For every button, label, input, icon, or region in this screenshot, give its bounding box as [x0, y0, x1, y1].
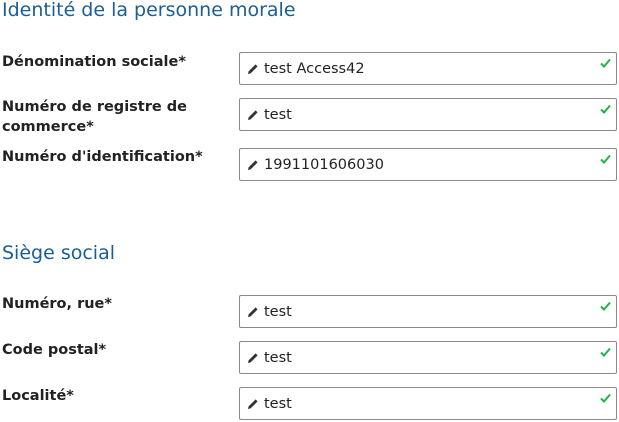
pencil-icon: [248, 160, 258, 170]
label-locality: Localité*: [2, 388, 74, 404]
label-postal-code: Code postal*: [2, 342, 107, 358]
checkmark-icon: [600, 301, 611, 311]
checkmark-icon: [600, 393, 611, 403]
trade-register-number-field[interactable]: test: [239, 98, 617, 131]
label-company-name: Dénomination sociale*: [2, 54, 186, 70]
pencil-icon: [248, 307, 258, 317]
postal-code-value: test: [264, 350, 292, 366]
pencil-icon: [248, 64, 258, 74]
locality-value: test: [264, 396, 292, 412]
section-title-legal-entity: Identité de la personne morale: [2, 0, 296, 21]
checkmark-icon: [600, 104, 611, 114]
company-name-value: test Access42: [264, 61, 365, 77]
postal-code-field[interactable]: test: [239, 341, 617, 374]
checkmark-icon: [600, 154, 611, 164]
street-number-value: test: [264, 304, 292, 320]
pencil-icon: [248, 110, 258, 120]
identification-number-field[interactable]: 1991101606030: [239, 148, 617, 181]
label-trade-register-number: Numéro de registre de commerce*: [2, 99, 187, 135]
checkmark-icon: [600, 347, 611, 357]
company-name-field[interactable]: test Access42: [239, 52, 617, 85]
label-street-number: Numéro, rue*: [2, 296, 112, 312]
label-identification-number: Numéro d'identification*: [2, 149, 203, 165]
street-number-field[interactable]: test: [239, 295, 617, 328]
pencil-icon: [248, 399, 258, 409]
checkmark-icon: [600, 58, 611, 68]
locality-field[interactable]: test: [239, 387, 617, 420]
trade-register-number-value: test: [264, 107, 292, 123]
section-title-head-office: Siège social: [2, 242, 115, 264]
identification-number-value: 1991101606030: [264, 157, 384, 173]
pencil-icon: [248, 353, 258, 363]
